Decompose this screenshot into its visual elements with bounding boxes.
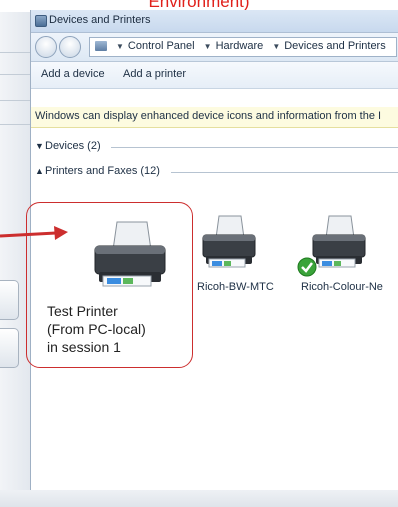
group-divider (111, 147, 398, 148)
breadcrumb-item[interactable]: Control Panel (128, 40, 195, 52)
info-bar[interactable]: Windows can display enhanced device icon… (31, 107, 398, 128)
printer-label[interactable]: Ricoh-BW-MTC (197, 281, 274, 293)
printer-label[interactable]: Ricoh-Colour-Ne (301, 281, 383, 293)
control-panel-icon (95, 41, 107, 51)
group-title: Printers and Faxes (12) (45, 165, 164, 177)
address-bar[interactable]: ▼ Control Panel ▼ Hardware ▼ Devices and Pr… (89, 37, 397, 57)
highlight-line: (From PC-local) (47, 321, 146, 337)
panel-divider (0, 124, 30, 125)
back-icon[interactable] (35, 36, 57, 58)
panel-divider (0, 52, 30, 53)
group-title: Devices (2) (45, 140, 105, 152)
chevron-down-icon[interactable]: ▼ (204, 42, 212, 51)
breadcrumb: ▼ Control Panel ▼ Hardware ▼ Devices and Pr… (112, 40, 388, 52)
chevron-down-icon[interactable]: ▼ (272, 42, 280, 51)
title-bar: Devices and Printers (31, 10, 398, 33)
highlight-line: Test Printer (47, 303, 118, 319)
slide-frame-bottom (0, 490, 398, 507)
panel-divider (0, 74, 30, 75)
group-header-printers[interactable]: ▲ Printers and Faxes (12) (31, 163, 398, 181)
highlight-line: in session 1 (47, 339, 121, 355)
command-bar: Add a device Add a printer (31, 62, 398, 89)
add-printer-button[interactable]: Add a printer (123, 68, 186, 80)
chevron-down-icon[interactable]: ▼ (116, 42, 124, 51)
breadcrumb-item[interactable]: Devices and Printers (284, 40, 386, 52)
info-bar-text: Windows can display enhanced device icon… (35, 110, 382, 122)
arrow-icon (0, 226, 68, 240)
printer-icon[interactable] (197, 212, 261, 278)
collapse-icon[interactable]: ▼ (35, 141, 44, 151)
expand-icon[interactable]: ▲ (35, 166, 44, 176)
panel-divider (0, 100, 30, 101)
forward-icon[interactable] (59, 36, 81, 58)
window-title: Devices and Printers (49, 14, 151, 26)
default-check-icon (297, 257, 317, 277)
highlight-caption: Test Printer (From PC-local) in session … (47, 302, 146, 356)
group-divider (171, 172, 398, 173)
panel-button[interactable] (0, 280, 19, 320)
navigation-bar: ▼ Control Panel ▼ Hardware ▼ Devices and Pr… (31, 33, 398, 62)
panel-button[interactable] (0, 328, 19, 368)
group-header-devices[interactable]: ▼ Devices (2) (31, 138, 398, 156)
add-device-button[interactable]: Add a device (41, 68, 105, 80)
breadcrumb-item[interactable]: Hardware (216, 40, 264, 52)
window-icon (35, 15, 47, 27)
